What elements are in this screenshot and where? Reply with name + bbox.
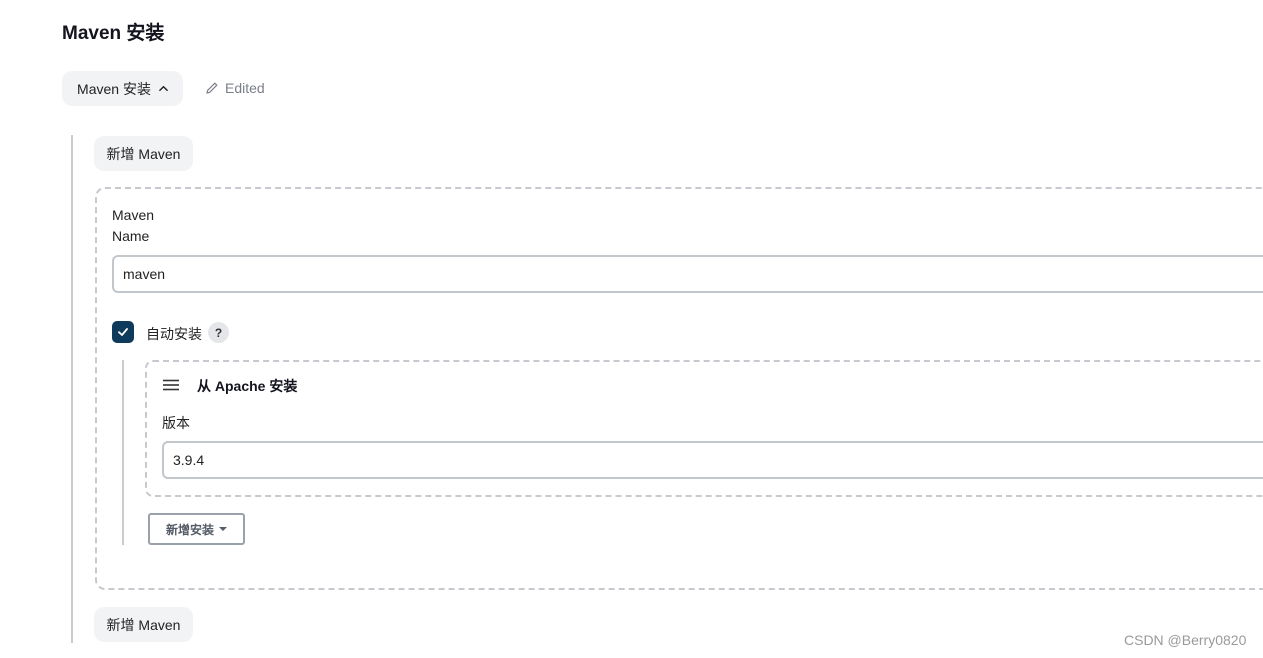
maven-name-label: Maven Name <box>112 205 154 247</box>
version-value: 3.9.4 <box>173 452 205 468</box>
edited-status: Edited <box>205 80 265 96</box>
installer-divider-line <box>122 360 124 545</box>
maven-installations-toggle-button[interactable]: Maven 安装 <box>62 71 183 106</box>
version-label: 版本 <box>162 415 190 431</box>
edited-label: Edited <box>225 80 265 96</box>
add-installer-label: 新增安装 <box>165 522 214 537</box>
maven-name-label-line2: Name <box>112 228 150 244</box>
section-title: Maven 安装 <box>62 23 165 44</box>
drag-handle-icon[interactable] <box>163 379 179 391</box>
checkmark-icon <box>118 328 128 336</box>
caret-down-icon <box>219 527 227 531</box>
maven-name-input[interactable]: maven <box>112 255 1263 293</box>
maven-name-label-line1: Maven <box>112 207 155 223</box>
help-icon[interactable]: ? <box>208 322 229 343</box>
auto-install-checkbox[interactable] <box>112 321 134 343</box>
watermark: CSDN @Berry0820 <box>1124 632 1247 648</box>
section-divider-line <box>71 135 73 643</box>
toggle-button-label: Maven 安装 <box>77 80 151 97</box>
installer-title: 从 Apache 安装 <box>197 378 298 394</box>
pencil-icon <box>206 82 218 94</box>
auto-install-label[interactable]: 自动安装 <box>146 324 202 344</box>
maven-installations-page: Maven 安装 Maven 安装 Edited 新增 Maven Maven … <box>0 0 1263 658</box>
chevron-up-icon <box>159 85 168 92</box>
add-maven-button-top[interactable]: 新增 Maven <box>94 136 193 171</box>
add-maven-button-bottom[interactable]: 新增 Maven <box>94 607 193 642</box>
add-installer-button[interactable]: 新增安装 <box>148 513 245 545</box>
version-select[interactable]: 3.9.4 <box>162 441 1263 479</box>
maven-name-value: maven <box>123 266 166 282</box>
